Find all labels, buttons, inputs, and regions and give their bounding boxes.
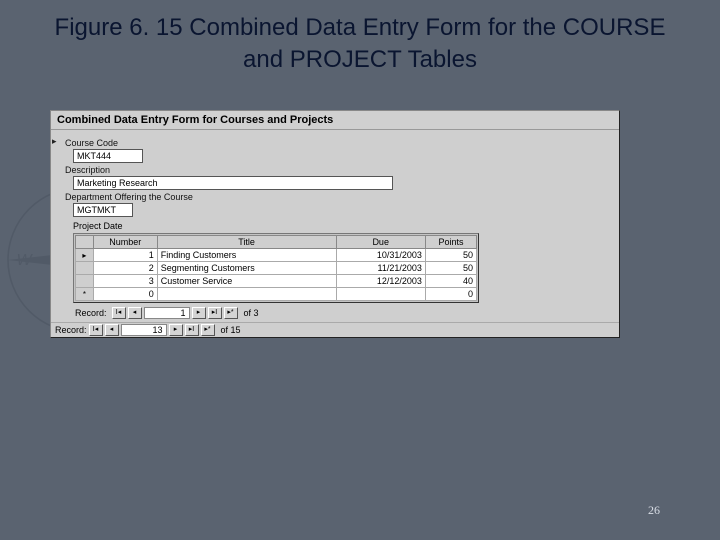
subform-record-nav: Record: I◂ ◂ 1 ▸ ▸I ▸* of 3 bbox=[73, 306, 617, 320]
access-form-window: Combined Data Entry Form for Courses and… bbox=[50, 110, 620, 338]
cell-points[interactable]: 40 bbox=[425, 275, 476, 288]
col-number[interactable]: Number bbox=[93, 236, 157, 249]
form-title-bar: Combined Data Entry Form for Courses and… bbox=[51, 111, 619, 130]
form-record-nav: Record: I◂ ◂ 13 ▸ ▸I ▸* of 15 bbox=[51, 322, 619, 337]
cell-number[interactable]: 2 bbox=[93, 262, 157, 275]
col-points[interactable]: Points bbox=[425, 236, 476, 249]
nav-total-text: of 3 bbox=[244, 308, 259, 318]
nav-last-button[interactable]: ▸I bbox=[208, 307, 222, 319]
cell-points[interactable]: 50 bbox=[425, 249, 476, 262]
row-marker-icon[interactable] bbox=[76, 275, 94, 288]
cell-title[interactable] bbox=[157, 288, 336, 301]
department-label: Department Offering the Course bbox=[65, 192, 617, 202]
col-title[interactable]: Title bbox=[157, 236, 336, 249]
table-row: 2 Segmenting Customers 11/21/2003 50 bbox=[76, 262, 477, 275]
nav-new-button[interactable]: ▸* bbox=[224, 307, 238, 319]
description-label: Description bbox=[65, 165, 617, 175]
cell-due[interactable]: 10/31/2003 bbox=[336, 249, 425, 262]
project-grid[interactable]: Number Title Due Points ▸ 1 Finding Cust… bbox=[73, 233, 479, 303]
cell-due[interactable]: 12/12/2003 bbox=[336, 275, 425, 288]
department-field[interactable]: MGTMKT bbox=[73, 203, 133, 217]
nav-last-button[interactable]: ▸I bbox=[185, 324, 199, 336]
nav-label: Record: bbox=[75, 308, 107, 318]
nav-next-button[interactable]: ▸ bbox=[169, 324, 183, 336]
row-selector-header bbox=[76, 236, 94, 249]
project-subform: Project Date Number Title Due Points ▸ 1… bbox=[73, 221, 617, 320]
nav-next-button[interactable]: ▸ bbox=[192, 307, 206, 319]
new-row-marker-icon[interactable]: * bbox=[76, 288, 94, 301]
cell-number[interactable]: 1 bbox=[93, 249, 157, 262]
nav-position-field[interactable]: 13 bbox=[121, 324, 167, 336]
cell-points[interactable]: 50 bbox=[425, 262, 476, 275]
nav-new-button[interactable]: ▸* bbox=[201, 324, 215, 336]
current-record-marker-icon: ▸ bbox=[52, 136, 60, 147]
cell-number[interactable]: 0 bbox=[93, 288, 157, 301]
slide-page-number: 26 bbox=[648, 503, 660, 518]
nav-prev-button[interactable]: ◂ bbox=[105, 324, 119, 336]
nav-position-field[interactable]: 1 bbox=[144, 307, 190, 319]
cell-points[interactable]: 0 bbox=[425, 288, 476, 301]
form-body: ▸ Course Code MKT444 Description Marketi… bbox=[51, 130, 619, 322]
cell-due[interactable]: 11/21/2003 bbox=[336, 262, 425, 275]
course-code-label: Course Code bbox=[65, 138, 617, 148]
cell-title[interactable]: Finding Customers bbox=[157, 249, 336, 262]
project-subform-title: Project Date bbox=[73, 221, 617, 231]
table-row: ▸ 1 Finding Customers 10/31/2003 50 bbox=[76, 249, 477, 262]
nav-first-button[interactable]: I◂ bbox=[112, 307, 126, 319]
table-row-new: * 0 0 bbox=[76, 288, 477, 301]
nav-total-text: of 15 bbox=[221, 325, 241, 335]
nav-label: Record: bbox=[55, 325, 87, 335]
table-row: 3 Customer Service 12/12/2003 40 bbox=[76, 275, 477, 288]
nav-prev-button[interactable]: ◂ bbox=[128, 307, 142, 319]
course-code-field[interactable]: MKT444 bbox=[73, 149, 143, 163]
svg-text:W: W bbox=[16, 252, 33, 269]
figure-caption: Figure 6. 15 Combined Data Entry Form fo… bbox=[0, 0, 720, 97]
description-field[interactable]: Marketing Research bbox=[73, 176, 393, 190]
row-marker-icon[interactable]: ▸ bbox=[76, 249, 94, 262]
cell-title[interactable]: Segmenting Customers bbox=[157, 262, 336, 275]
cell-number[interactable]: 3 bbox=[93, 275, 157, 288]
nav-first-button[interactable]: I◂ bbox=[89, 324, 103, 336]
cell-due[interactable] bbox=[336, 288, 425, 301]
col-due[interactable]: Due bbox=[336, 236, 425, 249]
cell-title[interactable]: Customer Service bbox=[157, 275, 336, 288]
row-marker-icon[interactable] bbox=[76, 262, 94, 275]
